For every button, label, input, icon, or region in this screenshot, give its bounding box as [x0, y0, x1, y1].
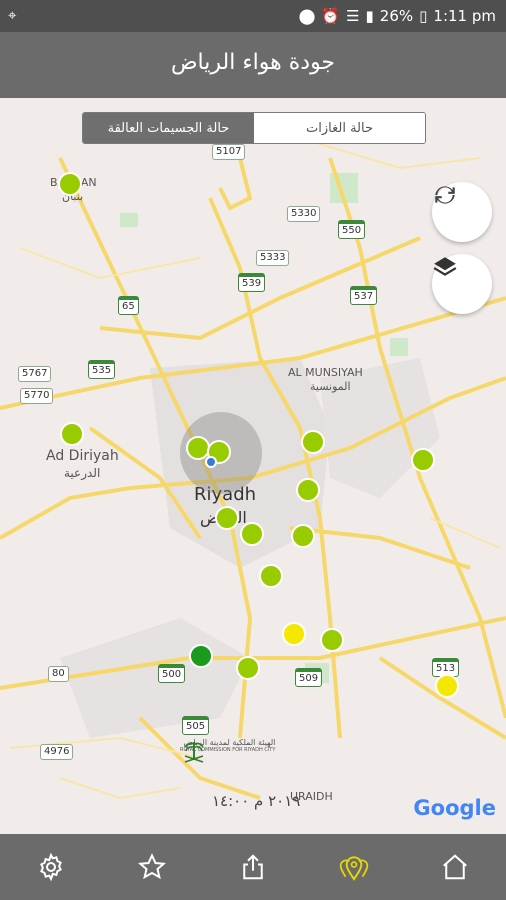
- last-update-timestamp: ٢٠١٩ م ١٤:٠٠: [212, 792, 301, 810]
- road-shield: 500: [158, 664, 186, 683]
- tab-gases[interactable]: حالة الغازات: [254, 113, 425, 143]
- road-shield: 80: [48, 666, 69, 682]
- layers-button[interactable]: [432, 254, 492, 314]
- urban-area: [320, 358, 440, 498]
- station-marker[interactable]: [320, 628, 344, 652]
- station-marker[interactable]: [236, 656, 260, 680]
- share-icon: [243, 854, 263, 880]
- page-title: جودة هواء الرياض: [170, 50, 336, 75]
- google-logo: Google: [413, 796, 496, 820]
- app-header: جودة هواء الرياض: [0, 32, 506, 98]
- station-marker[interactable]: [240, 522, 264, 546]
- road-shield: 5330: [287, 206, 321, 222]
- road-shield: 65: [118, 296, 139, 315]
- road-shield: 535: [88, 360, 116, 379]
- road-shield: 537: [350, 286, 378, 305]
- google-text: Google: [413, 796, 496, 820]
- home-button[interactable]: [425, 837, 485, 897]
- settings-button[interactable]: [21, 837, 81, 897]
- station-marker[interactable]: [215, 506, 239, 530]
- tab-particles[interactable]: حالة الجسيمات العالقة: [83, 113, 254, 143]
- home-icon: [443, 854, 468, 880]
- place-label-ad-diriyah-ar: الدرعية: [64, 466, 101, 480]
- bottom-navigation: [0, 834, 506, 900]
- station-marker[interactable]: [296, 478, 320, 502]
- station-marker[interactable]: [301, 430, 325, 454]
- stations-button[interactable]: [324, 837, 384, 897]
- status-bar: ⌖ ⬤ ⏰ ☰ ▮ 26% ▯ 1:11 pm: [0, 0, 506, 32]
- favorites-button[interactable]: [122, 837, 182, 897]
- station-marker[interactable]: [259, 564, 283, 588]
- commission-logo: الهيئة الملكية لمدينة الرياض ROYAL COMMI…: [180, 738, 275, 763]
- map-view[interactable]: حالة الجسيمات العالقة حالة الغازات 5107 …: [0, 98, 506, 834]
- settings-icon: [39, 852, 62, 882]
- road-shield: 5333: [256, 250, 290, 266]
- location-pin-icon: ⬤: [298, 7, 316, 25]
- road-shield: 5767: [18, 366, 52, 382]
- road-shield: 5770: [20, 388, 54, 404]
- favorites-icon: [137, 853, 166, 880]
- layers-icon: [433, 257, 457, 276]
- road-shield: 4976: [40, 744, 74, 760]
- pollution-type-toggle: حالة الجسيمات العالقة حالة الغازات: [82, 112, 426, 144]
- road-shield: 539: [238, 273, 266, 292]
- place-label-al-munsiyah: AL MUNSIYAH: [288, 366, 363, 379]
- place-label-al-munsiyah-ar: المونسية: [310, 380, 351, 393]
- road-shield: 509: [295, 668, 323, 687]
- location-signal-icon: ⌖: [8, 6, 17, 24]
- park-area: [120, 213, 138, 227]
- share-button[interactable]: [223, 837, 283, 897]
- park-area: [390, 338, 408, 356]
- clock: 1:11 pm: [433, 7, 496, 25]
- my-location-dot: [205, 456, 217, 468]
- stations-icon: [339, 856, 369, 881]
- urban-area: [60, 618, 250, 738]
- station-marker[interactable]: [291, 524, 315, 548]
- battery-icon: ▯: [419, 7, 428, 25]
- wifi-icon: ☰: [346, 7, 360, 25]
- palm-swords-icon: [184, 742, 204, 763]
- station-marker[interactable]: [58, 172, 82, 196]
- refresh-icon: [435, 186, 455, 204]
- battery-level: 26%: [379, 7, 414, 25]
- place-label-ad-diriyah: Ad Diriyah: [46, 448, 119, 464]
- status-icons: ⬤ ⏰ ☰ ▮ 26% ▯ 1:11 pm: [299, 6, 496, 26]
- road-shield: 505: [182, 716, 210, 735]
- station-marker[interactable]: [189, 644, 213, 668]
- station-marker[interactable]: [435, 674, 459, 698]
- road-shield: 5107: [212, 144, 246, 160]
- station-marker[interactable]: [282, 622, 306, 646]
- signal-icon: ▮: [365, 7, 374, 25]
- station-marker[interactable]: [60, 422, 84, 446]
- refresh-button[interactable]: [432, 182, 492, 242]
- station-marker[interactable]: [411, 448, 435, 472]
- road-shield: 550: [338, 220, 366, 239]
- alarm-icon: ⏰: [321, 7, 341, 25]
